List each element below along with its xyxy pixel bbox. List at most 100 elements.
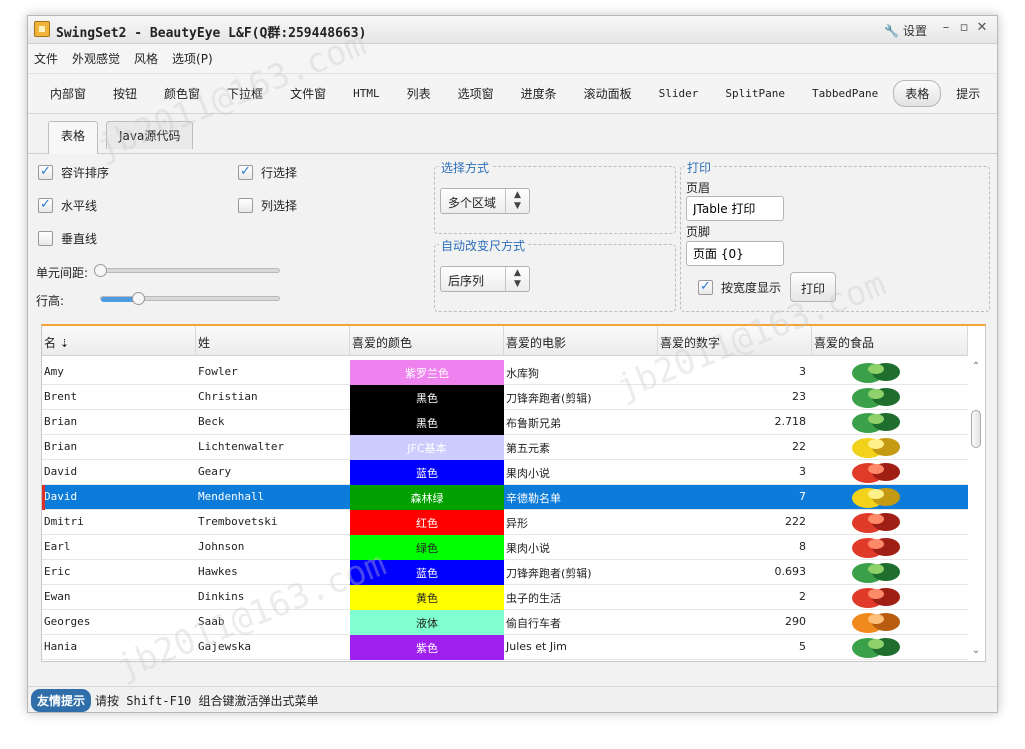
footer-field[interactable] xyxy=(686,241,784,266)
sub-tabs: 表格 Java源代码 xyxy=(28,114,997,154)
cell-favorite-number: 3 xyxy=(799,465,806,478)
column-header-favorite-food[interactable]: 喜爱的食品 xyxy=(812,326,968,356)
column-header-last-name[interactable]: 姓 xyxy=(196,326,350,356)
cell-first-name: Brian xyxy=(44,415,78,428)
vertical-scrollbar[interactable]: ⌃ ⌄ xyxy=(969,360,983,658)
subtab-java-source[interactable]: Java源代码 xyxy=(106,121,194,149)
vertical-lines-checkbox[interactable]: 垂直线 xyxy=(38,230,97,247)
table-row[interactable]: Ewan Dinkins 黄色 虫子的生活 2 xyxy=(42,585,968,610)
selection-mode-combobox[interactable]: 多个区域 ▲ ▼ xyxy=(440,188,530,214)
window-title: SwingSet2 - BeautyEye L&F(Q群:259448663) xyxy=(56,26,367,41)
minimize-button[interactable]: – xyxy=(939,20,953,36)
cell-favorite-number: 2.718 xyxy=(774,415,807,428)
cell-favorite-number: 5 xyxy=(799,640,806,653)
table-row[interactable]: Dmitri Trembovetski 红色 异形 222 xyxy=(42,510,968,535)
tab-tooltip[interactable]: 提示 xyxy=(944,80,992,107)
cell-last-name: Fowler xyxy=(198,365,238,378)
autoresize-combobox[interactable]: 后序列 ▲ ▼ xyxy=(440,266,530,292)
column-header-favorite-color[interactable]: 喜爱的颜色 xyxy=(350,326,504,356)
table-header: 名 ⇣ 姓 喜爱的颜色 喜爱的电影 喜爱的数字 喜爱的食品 xyxy=(42,326,968,356)
table-row[interactable]: Eric Hawkes 蓝色 刀锋奔跑者(剪辑) 0.693 xyxy=(42,560,968,585)
table-row[interactable]: Amy Fowler 紫罗兰色 水库狗 3 xyxy=(42,360,968,385)
combo-arrow-icon: ▲ ▼ xyxy=(505,189,529,213)
cell-favorite-color: 黑色 xyxy=(350,385,504,410)
cell-first-name: Brent xyxy=(44,390,78,403)
subtab-table[interactable]: 表格 xyxy=(48,121,99,154)
table-row[interactable]: David Mendenhall 森林绿 辛德勒名单 7 xyxy=(42,485,968,510)
tab-splitpane[interactable]: SplitPane xyxy=(713,82,797,105)
food-image-icon xyxy=(852,563,900,583)
tab-tabbedpane[interactable]: TabbedPane xyxy=(800,82,890,105)
cell-favorite-movie: Jules et Jim xyxy=(506,640,567,653)
food-image-icon xyxy=(852,488,900,508)
tab-file-chooser[interactable]: 文件窗 xyxy=(278,80,338,107)
tab-html[interactable]: HTML xyxy=(341,82,392,105)
allow-sort-checkbox[interactable]: 容许排序 xyxy=(38,164,109,181)
cell-favorite-movie: 果肉小说 xyxy=(506,467,550,480)
column-selection-checkbox[interactable]: 列选择 xyxy=(238,197,297,214)
food-image-icon xyxy=(852,513,900,533)
table-row[interactable]: Brian Beck 黑色 布鲁斯兄弟 2.718 xyxy=(42,410,968,435)
checkbox-box xyxy=(238,198,253,213)
fit-width-checkbox[interactable]: 按宽度显示 xyxy=(698,279,781,296)
tab-progress-bar[interactable]: 进度条 xyxy=(509,80,569,107)
menu-theme[interactable]: 风格 xyxy=(134,50,158,67)
tab-color-chooser[interactable]: 颜色窗 xyxy=(152,80,212,107)
cell-favorite-color: 红色 xyxy=(350,510,504,535)
tab-table[interactable]: 表格 xyxy=(893,80,942,107)
table-row[interactable]: Brian Lichtenwalter JFC基本 第五元素 22 xyxy=(42,435,968,460)
scroll-down-icon[interactable]: ⌄ xyxy=(969,644,983,658)
horizontal-lines-checkbox[interactable]: 水平线 xyxy=(38,197,97,214)
close-button[interactable]: ✕ xyxy=(975,20,989,36)
tab-tree[interactable]: 树 xyxy=(995,80,997,107)
tab-internal-frame[interactable]: 内部窗 xyxy=(38,80,98,107)
checkbox-box xyxy=(38,231,53,246)
table-row[interactable]: Brent Christian 黑色 刀锋奔跑者(剪辑) 23 xyxy=(42,385,968,410)
food-image-icon xyxy=(852,438,900,458)
scroll-up-icon[interactable]: ⌃ xyxy=(969,360,983,374)
cell-first-name: Amy xyxy=(44,365,64,378)
row-height-slider-thumb[interactable] xyxy=(132,292,145,305)
cell-spacing-label: 单元间距: xyxy=(36,266,89,280)
sort-arrow-icon: ⇣ xyxy=(59,337,70,350)
menu-options[interactable]: 选项(P) xyxy=(172,50,213,67)
scroll-thumb[interactable] xyxy=(971,410,981,448)
settings-button[interactable]: 🔧 设置 xyxy=(884,22,927,39)
menu-file[interactable]: 文件 xyxy=(34,50,58,67)
column-header-favorite-number[interactable]: 喜爱的数字 xyxy=(658,326,812,356)
maximize-button[interactable]: ▫ xyxy=(957,20,971,36)
food-image-icon xyxy=(852,363,900,383)
selection-marker xyxy=(42,485,45,510)
selection-mode-title: 选择方式 xyxy=(439,159,492,176)
table-row[interactable]: Hania Gajewska 紫色 Jules et Jim 5 xyxy=(42,635,968,660)
tab-list[interactable]: 列表 xyxy=(395,80,443,107)
cell-favorite-number: 222 xyxy=(785,515,806,528)
food-image-icon xyxy=(852,388,900,408)
cell-first-name: David xyxy=(44,490,78,503)
cell-spacing-slider-track[interactable] xyxy=(96,268,280,273)
table-row[interactable]: David Geary 蓝色 果肉小说 3 xyxy=(42,460,968,485)
menu-look-and-feel[interactable]: 外观感觉 xyxy=(72,50,120,67)
table-row[interactable]: Georges Saab 液体 偷自行车者 290 xyxy=(42,610,968,635)
cell-favorite-number: 23 xyxy=(792,390,806,403)
cell-favorite-movie: 偷自行车者 xyxy=(506,617,561,630)
cell-last-name: Geary xyxy=(198,465,232,478)
tab-combobox[interactable]: 下拉框 xyxy=(215,80,275,107)
print-button[interactable]: 打印 xyxy=(790,272,837,302)
column-header-favorite-movie[interactable]: 喜爱的电影 xyxy=(504,326,658,356)
row-selection-checkbox[interactable]: 行选择 xyxy=(238,164,297,181)
cell-favorite-color: 绿色 xyxy=(350,535,504,560)
tab-button[interactable]: 按钮 xyxy=(101,80,149,107)
cell-favorite-color: 黄色 xyxy=(350,585,504,610)
table-row[interactable]: Earl Johnson 绿色 果肉小说 8 xyxy=(42,535,968,560)
column-header-first-name[interactable]: 名 ⇣ xyxy=(42,326,196,356)
cell-spacing-slider-thumb[interactable] xyxy=(94,264,107,277)
cell-favorite-movie: 辛德勒名单 xyxy=(506,492,561,505)
tab-option-pane[interactable]: 选项窗 xyxy=(446,80,506,107)
tab-scroll-pane[interactable]: 滚动面板 xyxy=(572,80,644,107)
header-field[interactable] xyxy=(686,196,784,221)
tab-slider[interactable]: Slider xyxy=(647,82,711,105)
menu-bar: 文件 外观感觉 风格 选项(P) xyxy=(28,44,997,74)
cell-favorite-number: 3 xyxy=(799,365,806,378)
food-image-icon xyxy=(852,588,900,608)
